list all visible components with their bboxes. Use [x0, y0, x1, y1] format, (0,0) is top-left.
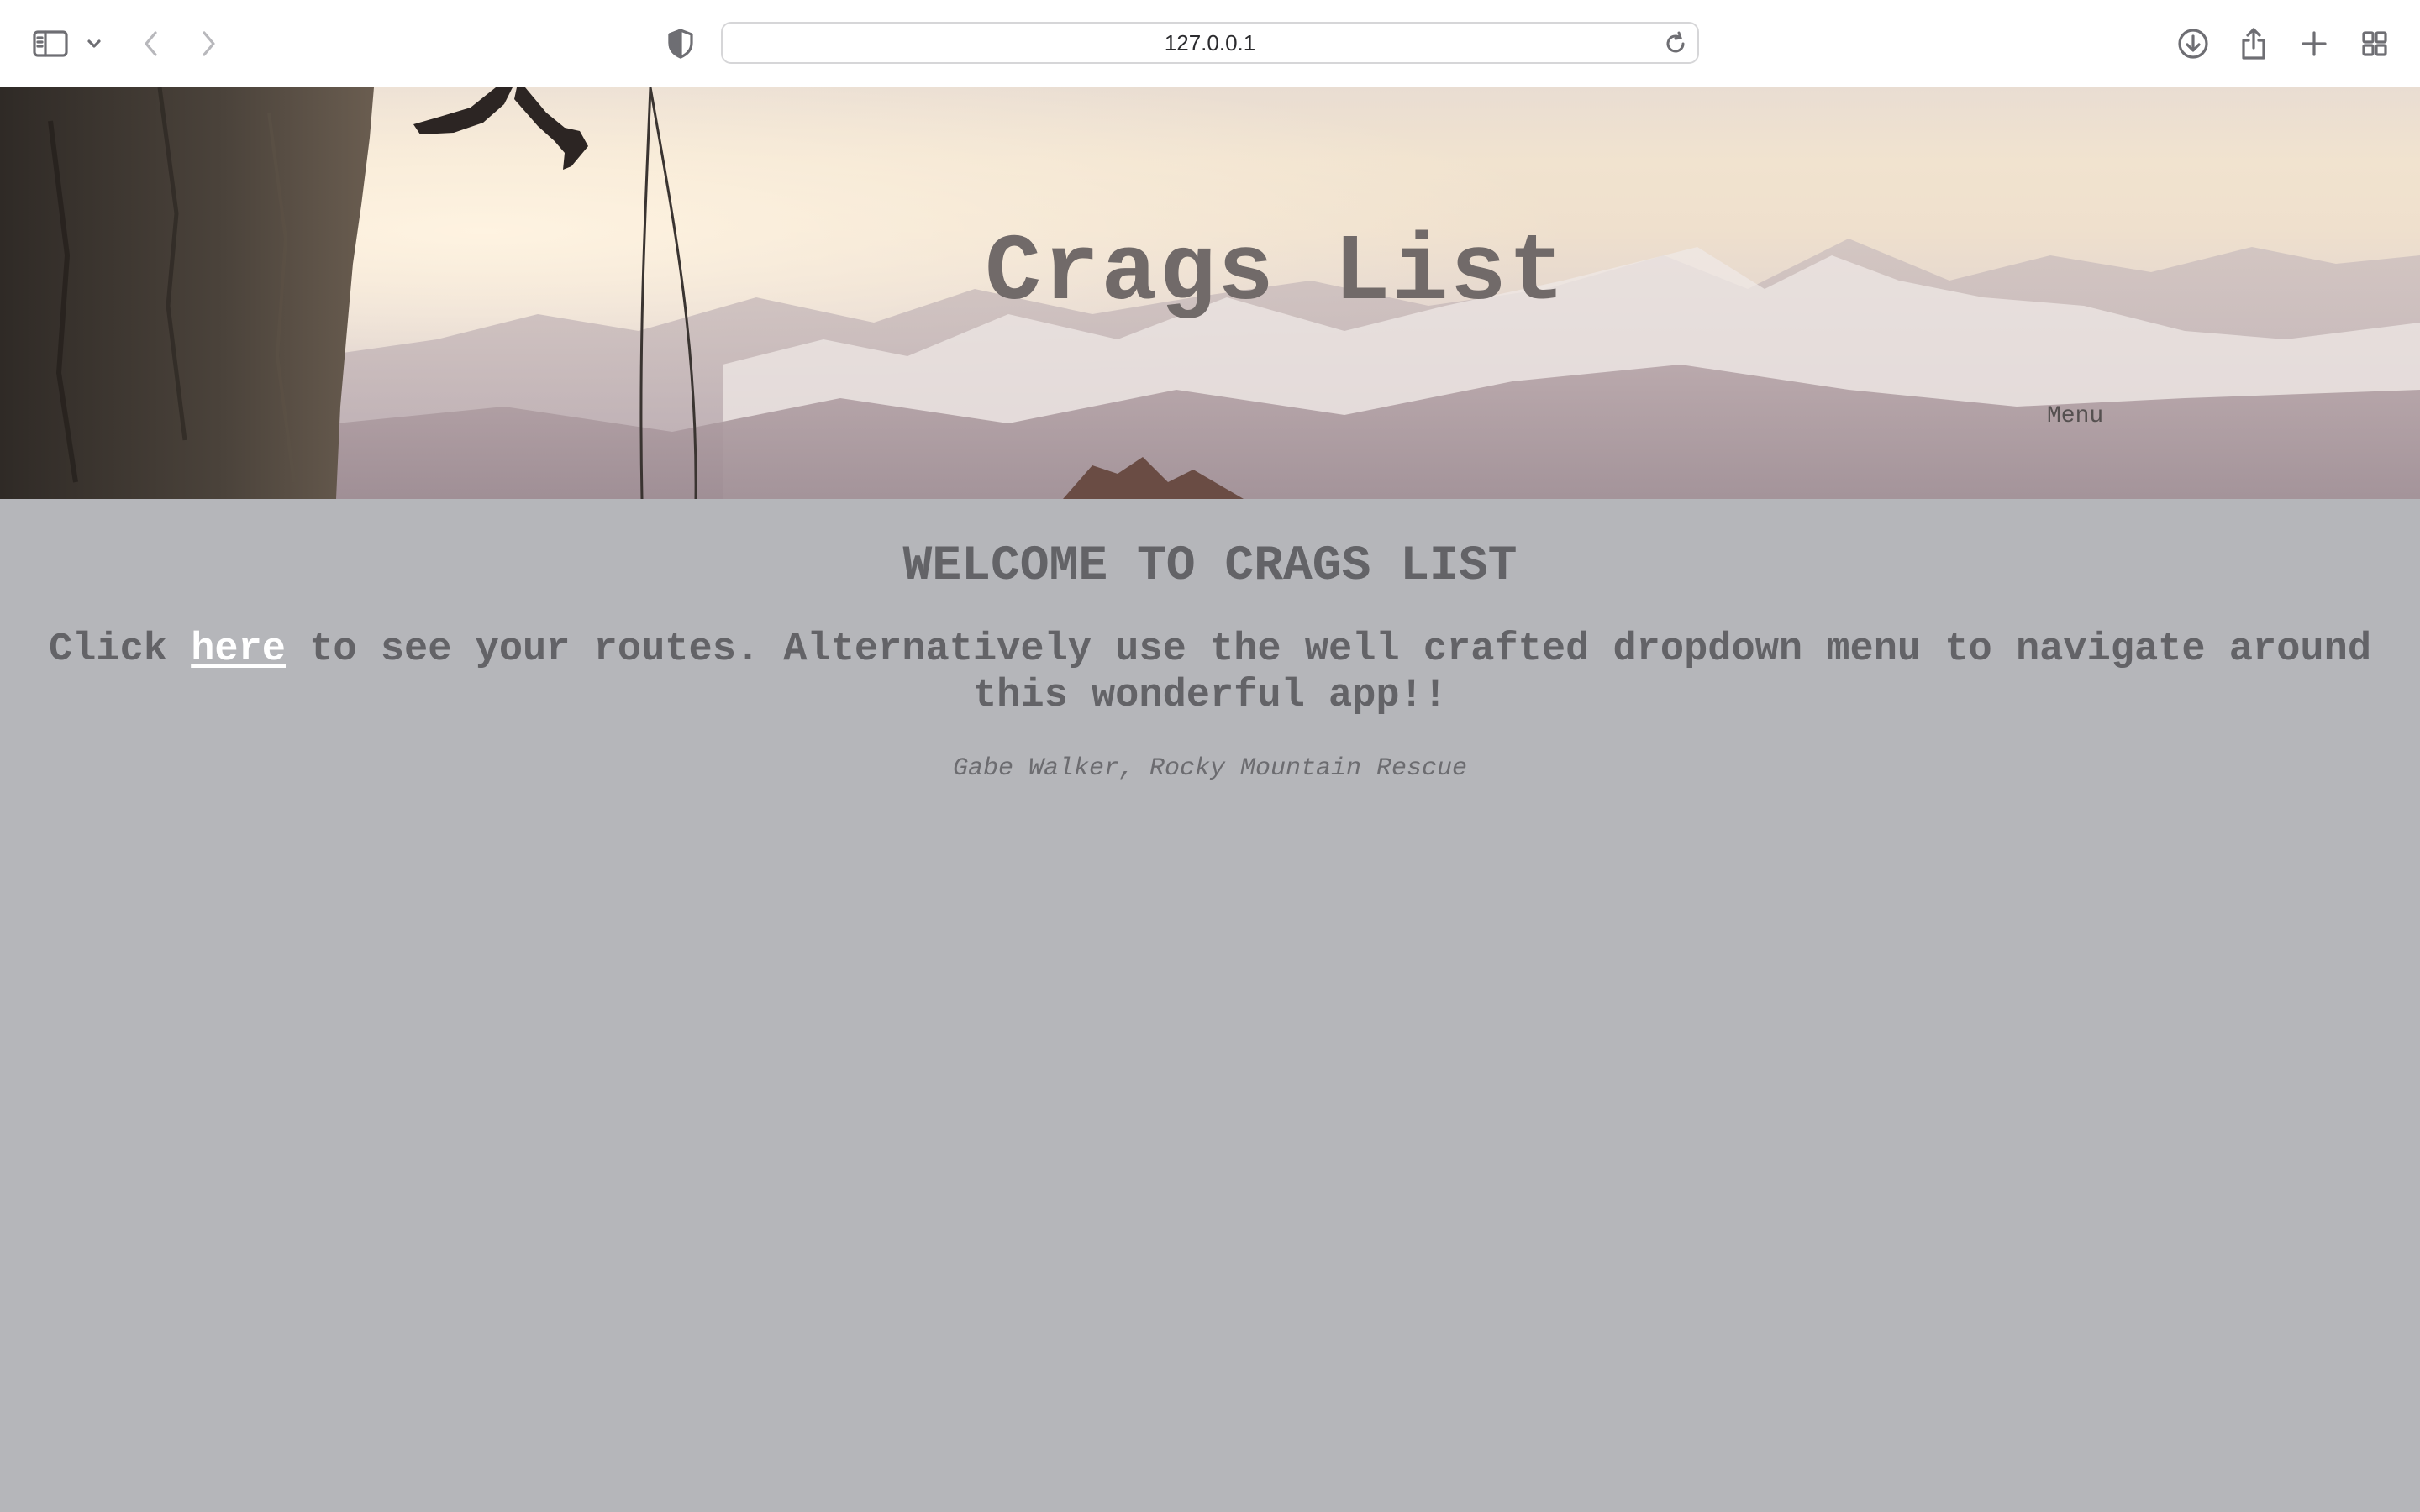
- intro-suffix: to see your routes. Alternatively use th…: [286, 627, 2372, 718]
- shield-icon[interactable]: [657, 20, 704, 67]
- grid-icon[interactable]: [2351, 20, 2398, 67]
- browser-toolbar: 127.0.0.1: [0, 0, 2420, 87]
- routes-link[interactable]: here: [191, 627, 286, 672]
- hero-banner: Crags List Menu: [0, 87, 2420, 499]
- menu-dropdown-toggle[interactable]: Menu: [2047, 403, 2103, 429]
- share-icon[interactable]: [2230, 20, 2277, 67]
- plus-icon[interactable]: [2291, 20, 2338, 67]
- chevron-right-icon[interactable]: [185, 20, 232, 67]
- reload-icon[interactable]: [1662, 30, 1689, 57]
- intro-prefix: Click: [48, 627, 192, 672]
- sidebar-icon[interactable]: [27, 20, 74, 67]
- intro-paragraph: Click here to see your routes. Alternati…: [17, 627, 2403, 719]
- chevron-left-icon[interactable]: [128, 20, 175, 67]
- address-bar[interactable]: 127.0.0.1: [721, 22, 1699, 64]
- download-icon[interactable]: [2170, 20, 2217, 67]
- quote-attribution: Gabe Walker, Rocky Mountain Rescue: [952, 754, 1468, 783]
- page-heading: WELCOME TO CRAGS LIST: [902, 539, 1518, 594]
- url-text[interactable]: 127.0.0.1: [723, 24, 1697, 62]
- chevron-down-icon[interactable]: [71, 20, 118, 67]
- site-title: Crags List: [984, 220, 1567, 327]
